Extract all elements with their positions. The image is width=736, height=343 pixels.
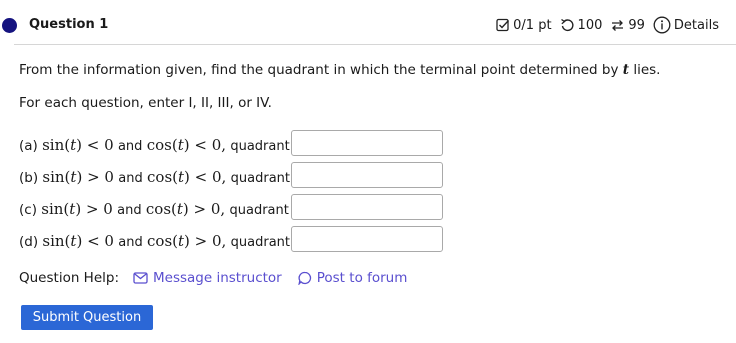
part-d-label: (d) sin(t) < 0 and cos(t) > 0, quadrant <box>19 232 290 250</box>
question-help: Question Help: Message instructor Post t… <box>19 270 407 286</box>
part-b-label: (b) sin(t) > 0 and cos(t) < 0, quadrant <box>19 168 290 186</box>
retry-icon <box>560 18 575 33</box>
details-button[interactable]: Details <box>653 16 719 34</box>
submit-question-button[interactable]: Submit Question <box>21 305 153 330</box>
post-to-forum-link[interactable]: Post to forum <box>298 270 407 286</box>
question-prompt: From the information given, find the qua… <box>19 62 661 78</box>
part-a-label: (a) sin(t) < 0 and cos(t) < 0, quadrant <box>19 136 290 154</box>
details-label: Details <box>673 17 719 33</box>
attempts-badge: 99 <box>610 18 645 33</box>
score-badge: 0/1 pt <box>496 17 552 33</box>
tries-badge: 100 <box>560 17 603 33</box>
part-b-row: (b) sin(t) > 0 and cos(t) < 0, quadrant <box>19 162 449 190</box>
part-a-row: (a) sin(t) < 0 and cos(t) < 0, quadrant <box>19 130 449 158</box>
tries-text: 100 <box>577 17 603 33</box>
info-icon <box>653 16 671 34</box>
part-b-input[interactable] <box>291 162 443 188</box>
header-divider <box>14 44 736 45</box>
part-c-row: (c) sin(t) > 0 and cos(t) > 0, quadrant <box>19 194 449 222</box>
question-title: Question 1 <box>29 17 109 32</box>
question-instruction: For each question, enter I, II, III, or … <box>19 95 272 111</box>
question-help-label: Question Help: <box>19 270 119 286</box>
part-c-label: (c) sin(t) > 0 and cos(t) > 0, quadrant <box>19 200 289 218</box>
message-instructor-link[interactable]: Message instructor <box>133 270 282 286</box>
question-header: Question 1 0/1 pt 100 99 Details <box>0 0 736 46</box>
part-d-input[interactable] <box>291 226 443 252</box>
question-status-dot <box>2 18 17 33</box>
part-d-row: (d) sin(t) < 0 and cos(t) > 0, quadrant <box>19 226 449 254</box>
envelope-icon <box>133 272 148 284</box>
part-c-input[interactable] <box>291 194 443 220</box>
checkbox-icon <box>496 18 510 32</box>
question-meta: 0/1 pt 100 99 Details <box>496 16 719 34</box>
part-a-input[interactable] <box>291 130 443 156</box>
speech-bubble-icon <box>298 271 311 285</box>
score-text: 0/1 pt <box>513 17 552 33</box>
attempts-text: 99 <box>628 17 645 33</box>
attempts-icon <box>610 18 625 33</box>
